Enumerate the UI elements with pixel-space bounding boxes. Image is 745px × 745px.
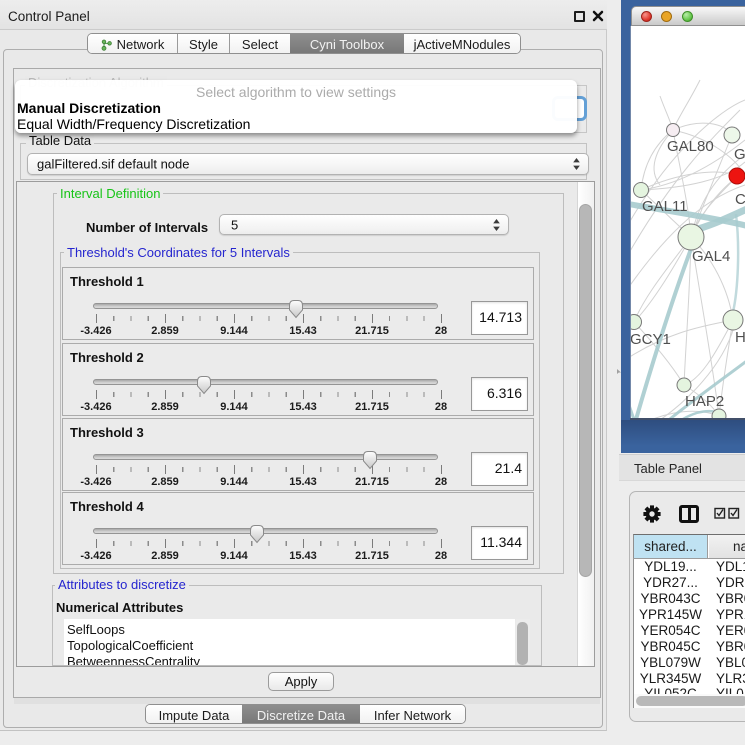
svg-text:H: H xyxy=(735,329,745,346)
svg-text:GCY1: GCY1 xyxy=(631,331,671,348)
svg-text:C: C xyxy=(735,191,745,208)
svg-text:GAL4: GAL4 xyxy=(692,248,730,265)
svg-text:GAL80: GAL80 xyxy=(667,138,714,155)
svg-text:GA: GA xyxy=(734,146,745,163)
svg-text:HAP2: HAP2 xyxy=(685,393,724,410)
svg-text:GAL11: GAL11 xyxy=(642,198,688,215)
